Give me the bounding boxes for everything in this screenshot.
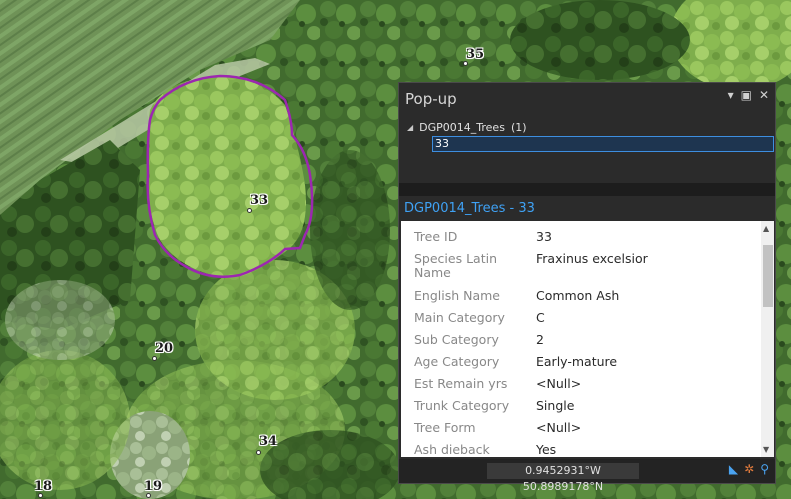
attribute-value: <Null> bbox=[536, 376, 582, 391]
scroll-down-icon[interactable]: ▼ bbox=[763, 445, 769, 454]
tree-point-icon bbox=[152, 356, 157, 361]
tree-label-20[interactable]: 20 bbox=[155, 341, 173, 356]
attribute-table: Tree ID 33 Species Latin Name Fraxinus e… bbox=[401, 221, 774, 457]
scroll-up-icon[interactable]: ▲ bbox=[763, 224, 769, 233]
restore-icon[interactable]: ▣ bbox=[741, 88, 752, 102]
popup-header: Pop-up ▾ ▣ ✕ bbox=[399, 83, 775, 113]
tree-label-35[interactable]: 35 bbox=[466, 47, 484, 62]
layer-name: DGP0014_Trees bbox=[419, 121, 505, 134]
attribute-value: <Null> bbox=[536, 420, 582, 435]
attribute-value: Early-mature bbox=[536, 354, 618, 369]
feature-node-selected[interactable]: 33 bbox=[432, 136, 774, 152]
feature-tree: ◢ DGP0014_Trees (1) 33 bbox=[399, 115, 775, 183]
tree-point-icon bbox=[38, 493, 43, 498]
vertical-scrollbar[interactable]: ▲ ▼ bbox=[761, 221, 774, 457]
attribute-key: Main Category bbox=[414, 310, 505, 325]
attribute-key: English Name bbox=[414, 288, 500, 303]
tree-label-34[interactable]: 34 bbox=[259, 434, 277, 449]
attribute-key: Age Category bbox=[414, 354, 500, 369]
scrollbar-thumb[interactable] bbox=[763, 245, 773, 307]
attribute-key: Sub Category bbox=[414, 332, 499, 347]
tree-point-icon bbox=[256, 450, 261, 455]
chevron-down-icon[interactable]: ▾ bbox=[728, 88, 734, 102]
tree-label-33[interactable]: 33 bbox=[250, 193, 268, 208]
attribute-value: Single bbox=[536, 398, 575, 413]
layer-count: (1) bbox=[510, 121, 527, 134]
attribute-value: Fraxinus excelsior bbox=[536, 251, 648, 266]
attribute-key: Tree ID bbox=[414, 229, 458, 244]
popup-status-bar: 0.9452931°W 50.8989178°N ◣ ✲ ⚲ bbox=[399, 459, 775, 493]
attribute-key: Tree Form bbox=[414, 420, 476, 435]
attribute-key: Species Latin Name bbox=[414, 251, 498, 280]
tree-label-18[interactable]: 18 bbox=[34, 479, 52, 494]
pane-splitter[interactable] bbox=[399, 183, 775, 196]
feature-title: DGP0014_Trees - 33 bbox=[399, 198, 775, 220]
tree-point-icon bbox=[146, 493, 151, 498]
coordinate-readout: 0.9452931°W 50.8989178°N bbox=[487, 463, 639, 493]
attribute-key: Est Remain yrs bbox=[414, 376, 508, 391]
select-icon[interactable]: ◣ bbox=[729, 462, 738, 476]
attribute-value: Yes bbox=[536, 442, 557, 457]
navigate-icon[interactable]: ✲ bbox=[744, 462, 754, 476]
attribute-value: Common Ash bbox=[536, 288, 620, 303]
search-icon[interactable]: ⚲ bbox=[760, 462, 769, 476]
attribute-value: 2 bbox=[536, 332, 544, 347]
expand-caret-icon[interactable]: ◢ bbox=[407, 123, 413, 132]
close-icon[interactable]: ✕ bbox=[759, 88, 769, 102]
attribute-key: Trunk Category bbox=[414, 398, 510, 413]
layer-node[interactable]: ◢ DGP0014_Trees (1) bbox=[407, 121, 527, 134]
attribute-key: Ash dieback bbox=[414, 442, 490, 457]
attribute-value: C bbox=[536, 310, 545, 325]
popup-pane: Pop-up ▾ ▣ ✕ ◢ DGP0014_Trees (1) 33 DGP0… bbox=[398, 82, 776, 493]
tree-point-icon bbox=[247, 208, 252, 213]
attribute-value: 33 bbox=[536, 229, 552, 244]
popup-title: Pop-up bbox=[405, 90, 457, 108]
popup-window-controls: ▾ ▣ ✕ bbox=[728, 88, 769, 102]
status-tools: ◣ ✲ ⚲ bbox=[729, 462, 769, 476]
tree-label-19[interactable]: 19 bbox=[144, 479, 162, 494]
